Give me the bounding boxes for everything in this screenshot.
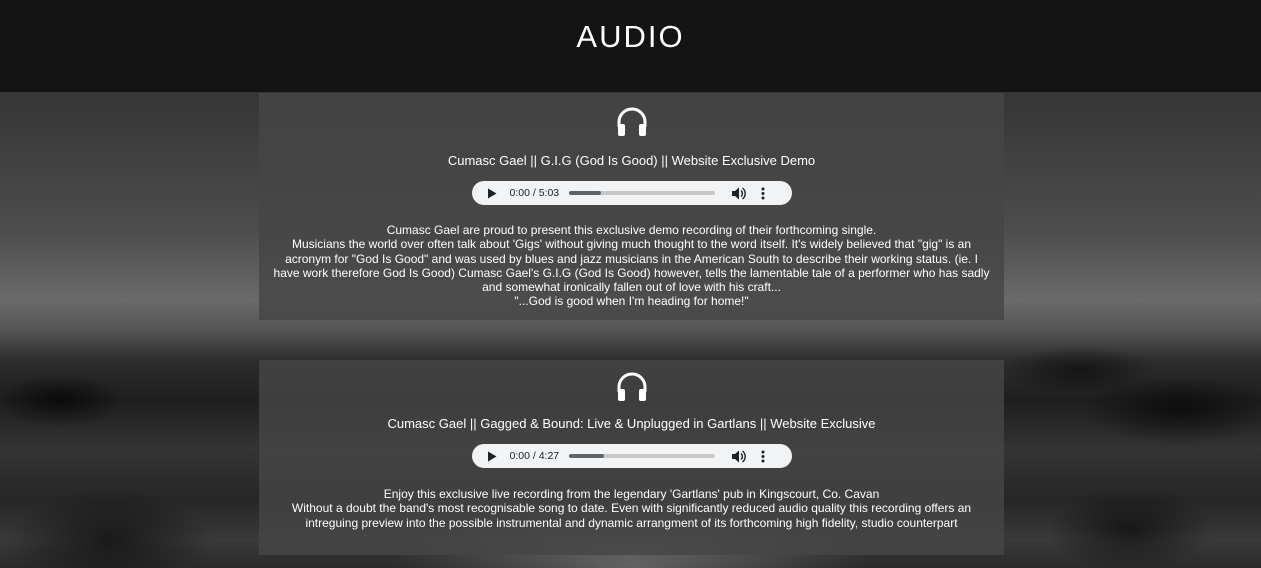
track-description: Enjoy this exclusive live recording from… (259, 487, 1004, 530)
seek-bar-progress (569, 191, 602, 195)
track-title: Cumasc Gael || Gagged & Bound: Live & Un… (387, 416, 876, 431)
seek-bar[interactable] (569, 191, 716, 195)
page-title: AUDIO (576, 19, 685, 54)
more-options-icon[interactable] (760, 449, 766, 463)
headphones-icon (617, 372, 646, 401)
description-line: Without a doubt the band's most recognis… (291, 501, 972, 530)
time-display: 0:00 / 4:27 (509, 450, 560, 462)
volume-icon[interactable] (732, 449, 748, 463)
seek-bar[interactable] (569, 454, 716, 458)
description-line: Cumasc Gael are proud to present this ex… (386, 223, 877, 237)
page-header: AUDIO (0, 0, 1261, 92)
audio-player[interactable]: 0:00 / 4:27 (471, 444, 792, 468)
volume-icon[interactable] (732, 186, 748, 200)
headphones-icon (617, 107, 646, 136)
description-line: "...God is good when I'm heading for hom… (514, 294, 749, 309)
track-description: Cumasc Gael are proud to present this ex… (259, 223, 1004, 309)
audio-card: Cumasc Gael || G.I.G (God Is Good) || We… (259, 93, 1004, 320)
description-line: Enjoy this exclusive live recording from… (383, 487, 880, 501)
track-title: Cumasc Gael || G.I.G (God Is Good) || We… (447, 153, 816, 168)
play-icon[interactable] (487, 187, 499, 199)
audio-player[interactable]: 0:00 / 5:03 (471, 181, 792, 205)
description-line: Musicians the world over often talk abou… (273, 237, 990, 295)
seek-bar-progress (569, 454, 605, 458)
more-options-icon[interactable] (760, 186, 766, 200)
play-icon[interactable] (487, 450, 499, 462)
audio-card: Cumasc Gael || Gagged & Bound: Live & Un… (259, 360, 1004, 555)
time-display: 0:00 / 5:03 (509, 187, 560, 199)
